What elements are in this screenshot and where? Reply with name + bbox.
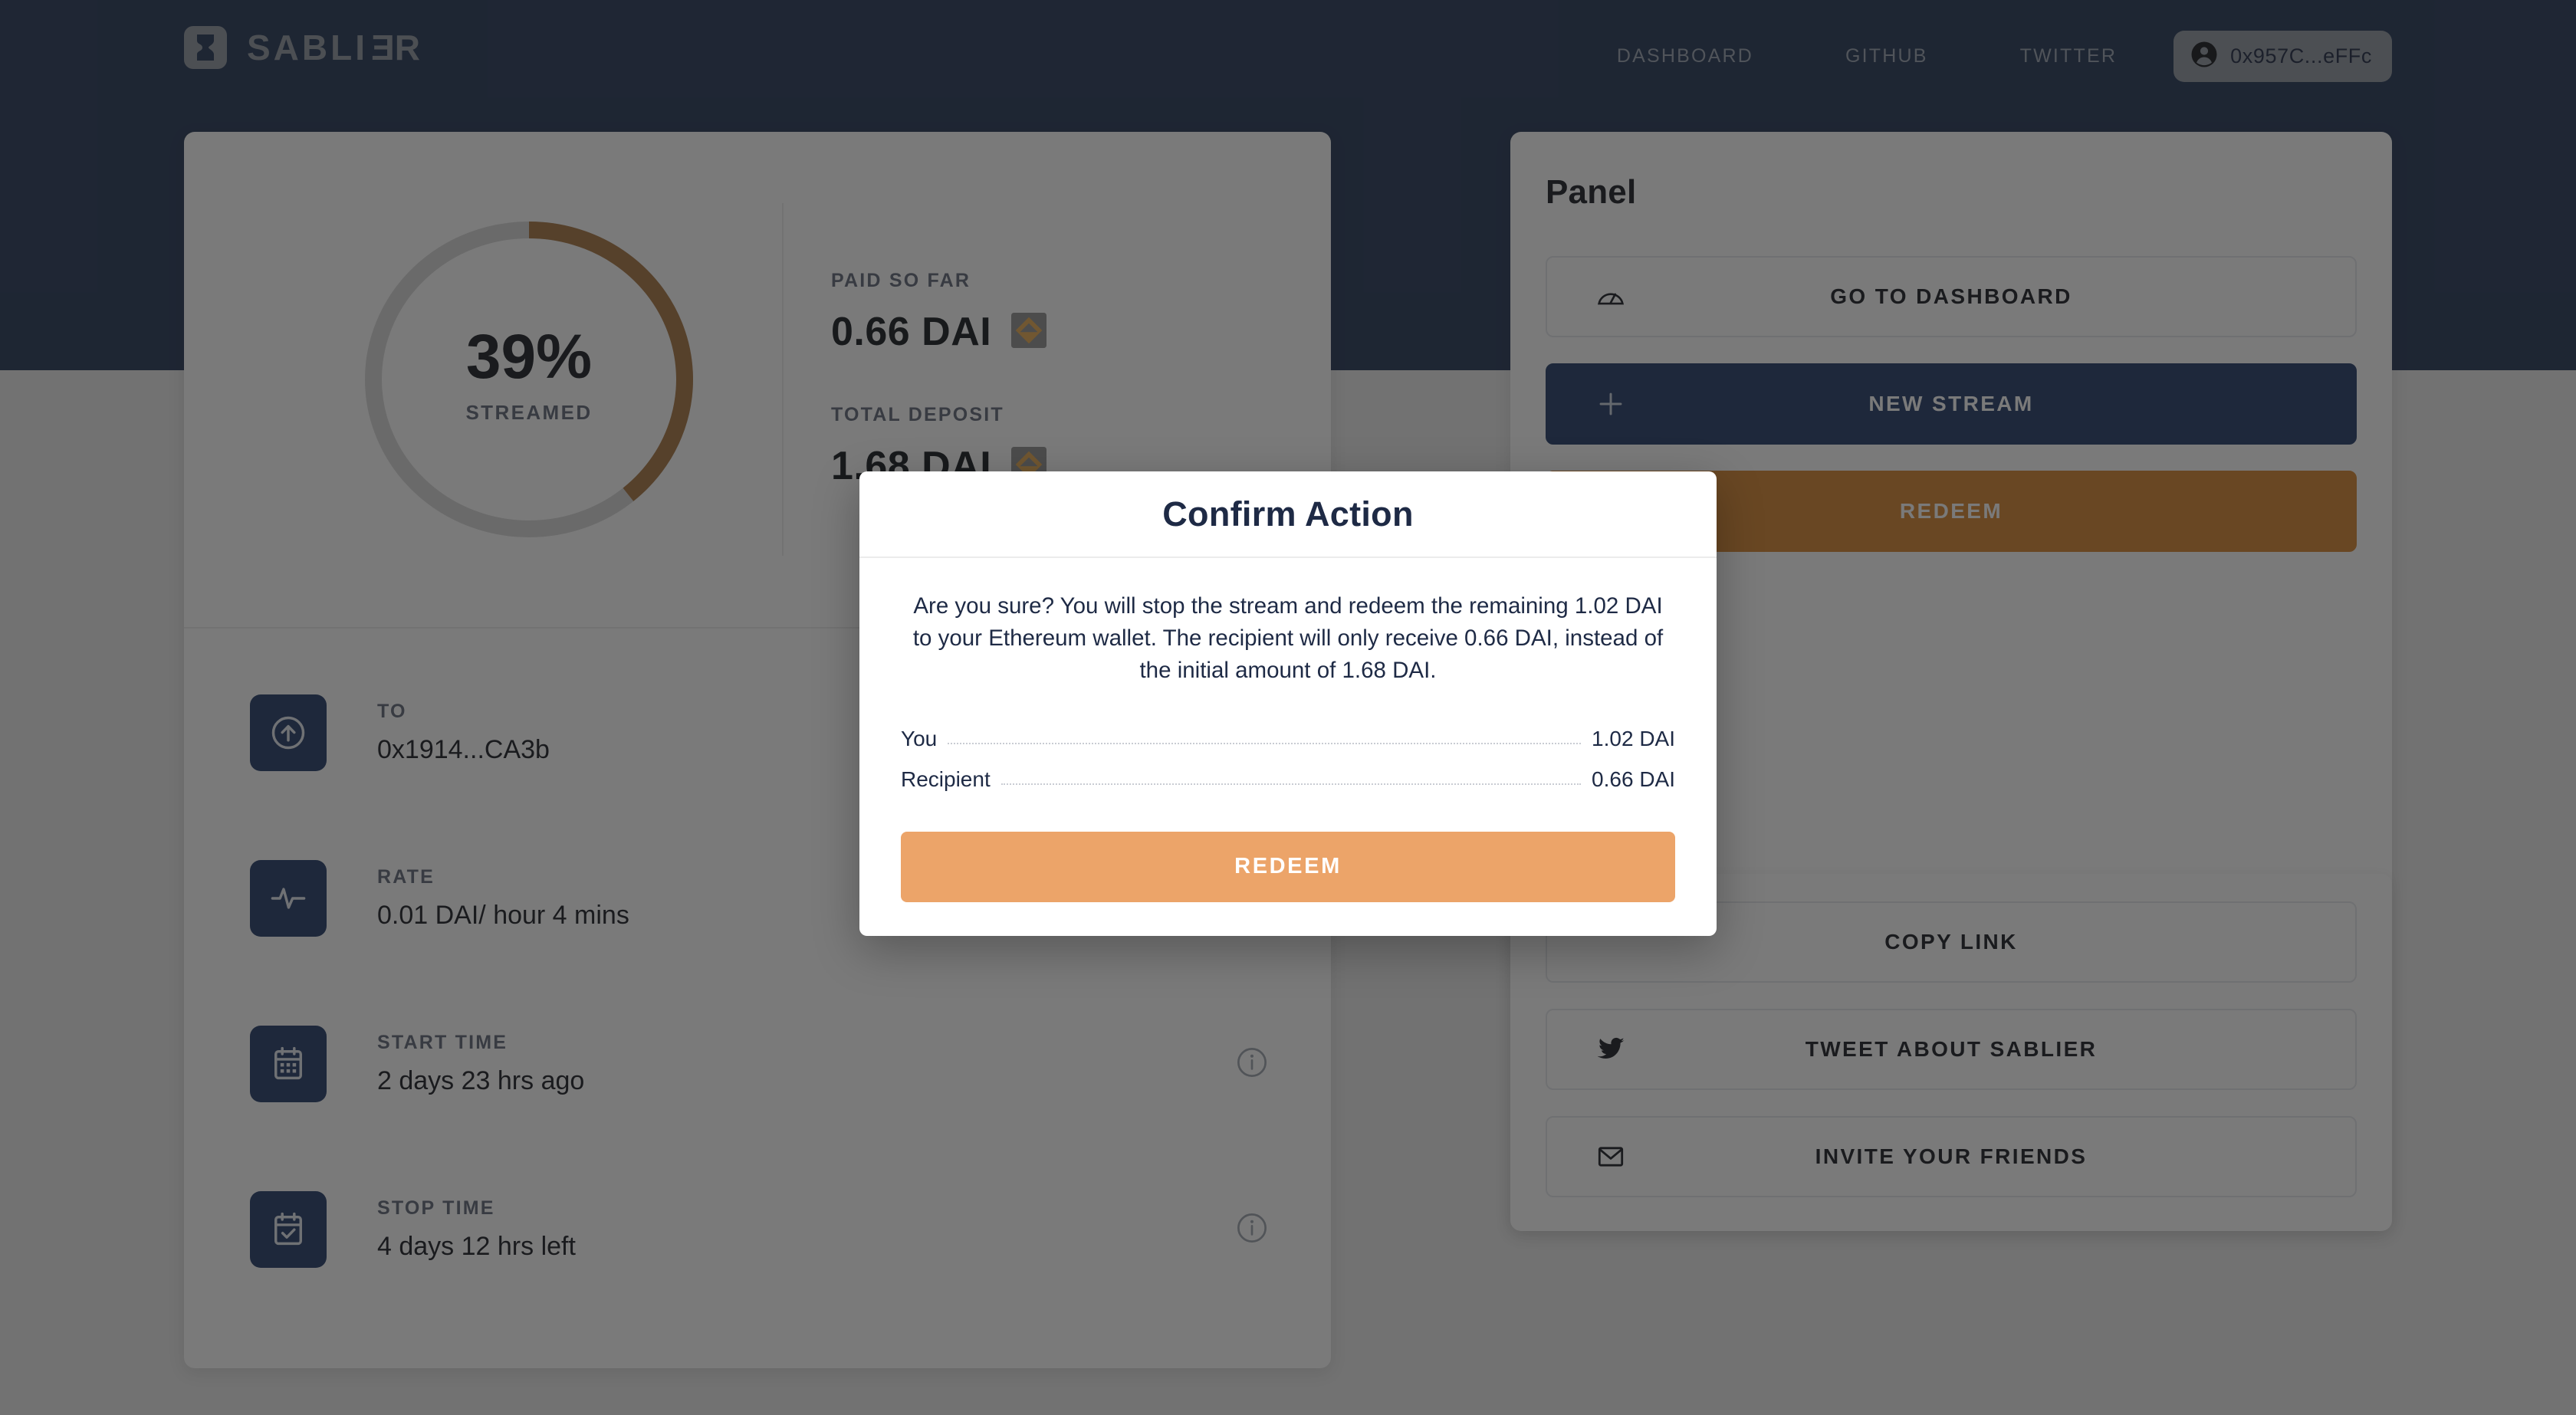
modal-breakdown: You 1.02 DAI Recipient 0.66 DAI [901,727,1675,792]
dotted-leader [1001,783,1582,785]
row-label: You [901,726,938,750]
modal-message: Are you sure? You will stop the stream a… [912,593,1664,683]
row-value: 1.02 DAI [1592,726,1675,750]
modal-redeem-button[interactable]: REDEEM [901,831,1675,902]
modal-body: Are you sure? You will stop the stream a… [859,558,1717,936]
dotted-leader [948,742,1582,744]
row-label: Recipient [901,767,991,791]
modal-row-recipient: Recipient 0.66 DAI [901,767,1675,792]
modal-row-you: You 1.02 DAI [901,727,1675,751]
confirm-action-modal: Confirm Action Are you sure? You will st… [859,471,1717,936]
modal-title: Confirm Action [1162,494,1414,533]
row-value: 0.66 DAI [1592,767,1675,791]
modal-header: Confirm Action [859,471,1717,558]
